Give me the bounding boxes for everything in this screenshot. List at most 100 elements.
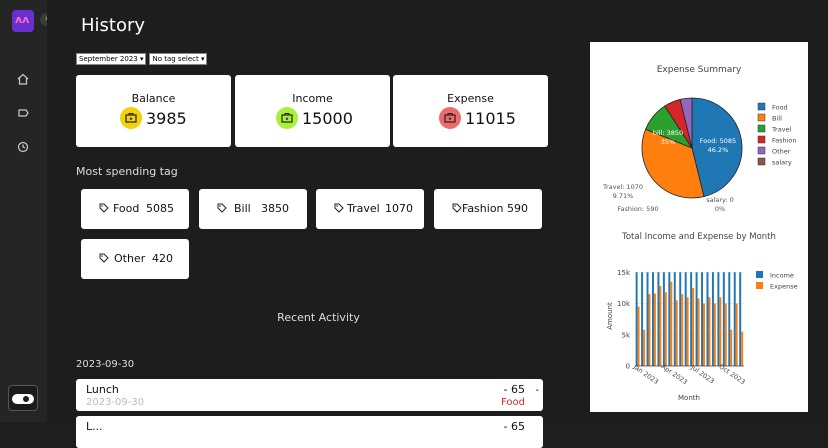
- tag-icon[interactable]: [16, 106, 30, 120]
- bar-expense: [713, 303, 716, 366]
- bar-expense: [697, 298, 700, 366]
- dark-mode-toggle[interactable]: [8, 385, 38, 411]
- toggle-knob: [23, 396, 29, 402]
- bar-expense: [670, 281, 673, 366]
- income-label: Income: [292, 92, 333, 105]
- tag-name: Food: [113, 202, 140, 215]
- expense-card: Expense 11015: [393, 75, 548, 147]
- activity-row[interactable]: Lunch 2023-09-30 - 65 Food -: [76, 379, 543, 411]
- tag-icon: [99, 203, 109, 213]
- home-icon[interactable]: [16, 72, 30, 86]
- bar-expense: [648, 294, 651, 366]
- page-title: History: [81, 15, 146, 36]
- balance-value: 3985: [146, 109, 187, 128]
- bar-income: [662, 272, 665, 366]
- activity-amount: - 65: [503, 383, 525, 396]
- bar-income: [733, 272, 736, 366]
- activity-menu[interactable]: -: [535, 385, 539, 396]
- pie-legend-swatch: [757, 146, 766, 155]
- bar-income: [635, 272, 638, 366]
- tag-name: Travel: [347, 202, 380, 215]
- bar-title: Total Income and Expense by Month: [621, 232, 776, 242]
- pie-legend-label: salary: [772, 159, 792, 167]
- sidebar: ʌʌ ›: [0, 0, 53, 422]
- bar-income: [652, 272, 654, 366]
- tag-amount: 5085: [146, 202, 174, 215]
- bar-expense: [659, 286, 662, 366]
- tag-amount: 590: [507, 202, 528, 215]
- bar-legend-label: Income: [770, 272, 794, 280]
- pie-title: Expense Summary: [657, 65, 742, 75]
- wallet-icon: [439, 107, 461, 129]
- income-value: 15000: [302, 109, 353, 128]
- history-icon[interactable]: [16, 140, 30, 154]
- bar-expense: [664, 292, 667, 366]
- bar-expense: [637, 306, 640, 366]
- bar-expense: [708, 297, 711, 366]
- pie-legend-label: Fashion: [772, 137, 797, 145]
- bar-expense: [724, 303, 727, 366]
- bar-income: [717, 272, 720, 366]
- tag-amount: 420: [152, 252, 173, 265]
- bar-legend-label: Expense: [770, 283, 798, 291]
- main-content: History September 2023 ▾ No tag select ▾…: [47, 0, 828, 448]
- tag-travel[interactable]: Travel 1070: [316, 189, 424, 229]
- activity-date: 2023-09-30: [86, 397, 145, 408]
- logo-mark: ʌʌ: [15, 13, 30, 26]
- bar-income: [673, 272, 676, 366]
- bar-income: [641, 272, 644, 366]
- bar-income: [706, 272, 709, 366]
- activity-row[interactable]: L... - 65: [76, 416, 543, 448]
- pie-slice-label: Fashion: 590: [617, 205, 658, 213]
- bar-income: [690, 272, 693, 366]
- pie-legend-swatch: [757, 135, 766, 144]
- pie-slice-label: 9.71%: [613, 192, 634, 200]
- charts-panel: Expense Summary Food: 5085 46.2% bill: 3850…: [590, 42, 808, 412]
- bar-expense: [730, 329, 733, 366]
- pie-slice-label: Travel: 1070: [602, 183, 643, 191]
- expense-value: 11015: [465, 109, 516, 128]
- pie-legend-swatch: [757, 113, 766, 122]
- pie-slice-label: 46.2%: [708, 146, 729, 154]
- bar-income: [728, 272, 731, 366]
- bar-expense: [653, 293, 656, 366]
- bar-income: [668, 272, 671, 366]
- tag-icon: [452, 203, 462, 213]
- bar-y-tick-label: 10k: [617, 300, 631, 308]
- tag-icon: [99, 253, 109, 263]
- activity-tag: Food: [501, 397, 525, 408]
- month-select[interactable]: September 2023 ▾: [76, 53, 147, 65]
- app-logo[interactable]: ʌʌ: [12, 10, 34, 32]
- tag-icon: [334, 203, 344, 213]
- tag-other[interactable]: Other 420: [81, 239, 189, 279]
- bar-income: [711, 272, 714, 366]
- bar-expense: [692, 287, 695, 366]
- pie-slice-label: 35%: [661, 138, 675, 146]
- tag-fashion[interactable]: Fashion 590: [434, 189, 542, 229]
- bar-expense: [681, 294, 684, 366]
- pie-legend-swatch: [757, 157, 766, 166]
- pie-legend-swatch: [757, 102, 766, 111]
- pie-legend-label: Other: [772, 148, 791, 156]
- wallet-icon: [276, 107, 298, 129]
- bar-y-axis-label: Amount: [606, 302, 614, 330]
- bar-x-axis-label: Month: [678, 394, 700, 402]
- balance-label: Balance: [131, 92, 176, 105]
- bar-expense: [735, 303, 738, 366]
- balance-card: Balance 3985: [76, 75, 231, 147]
- charts-svg: Expense Summary Food: 508546.2% bill: 3850…: [602, 65, 798, 402]
- bar-legend-swatch: [756, 282, 763, 289]
- tag-food[interactable]: Food 5085: [81, 189, 189, 229]
- tag-name: Fashion: [462, 202, 504, 215]
- bar-income: [679, 272, 682, 366]
- bar-expense: [643, 329, 646, 366]
- bar-expense: [741, 331, 744, 366]
- tag-bill[interactable]: Bill 3850: [199, 189, 307, 229]
- pie-legend-label: Food: [772, 104, 788, 112]
- pie-slice-label: bill: 3850: [653, 129, 683, 137]
- pie-slice-label: salary: 0: [706, 196, 734, 204]
- tag-name: Bill: [234, 202, 251, 215]
- tag-select[interactable]: No tag select ▾: [149, 53, 208, 65]
- bar-income: [739, 272, 742, 366]
- tag-name: Other: [114, 252, 146, 265]
